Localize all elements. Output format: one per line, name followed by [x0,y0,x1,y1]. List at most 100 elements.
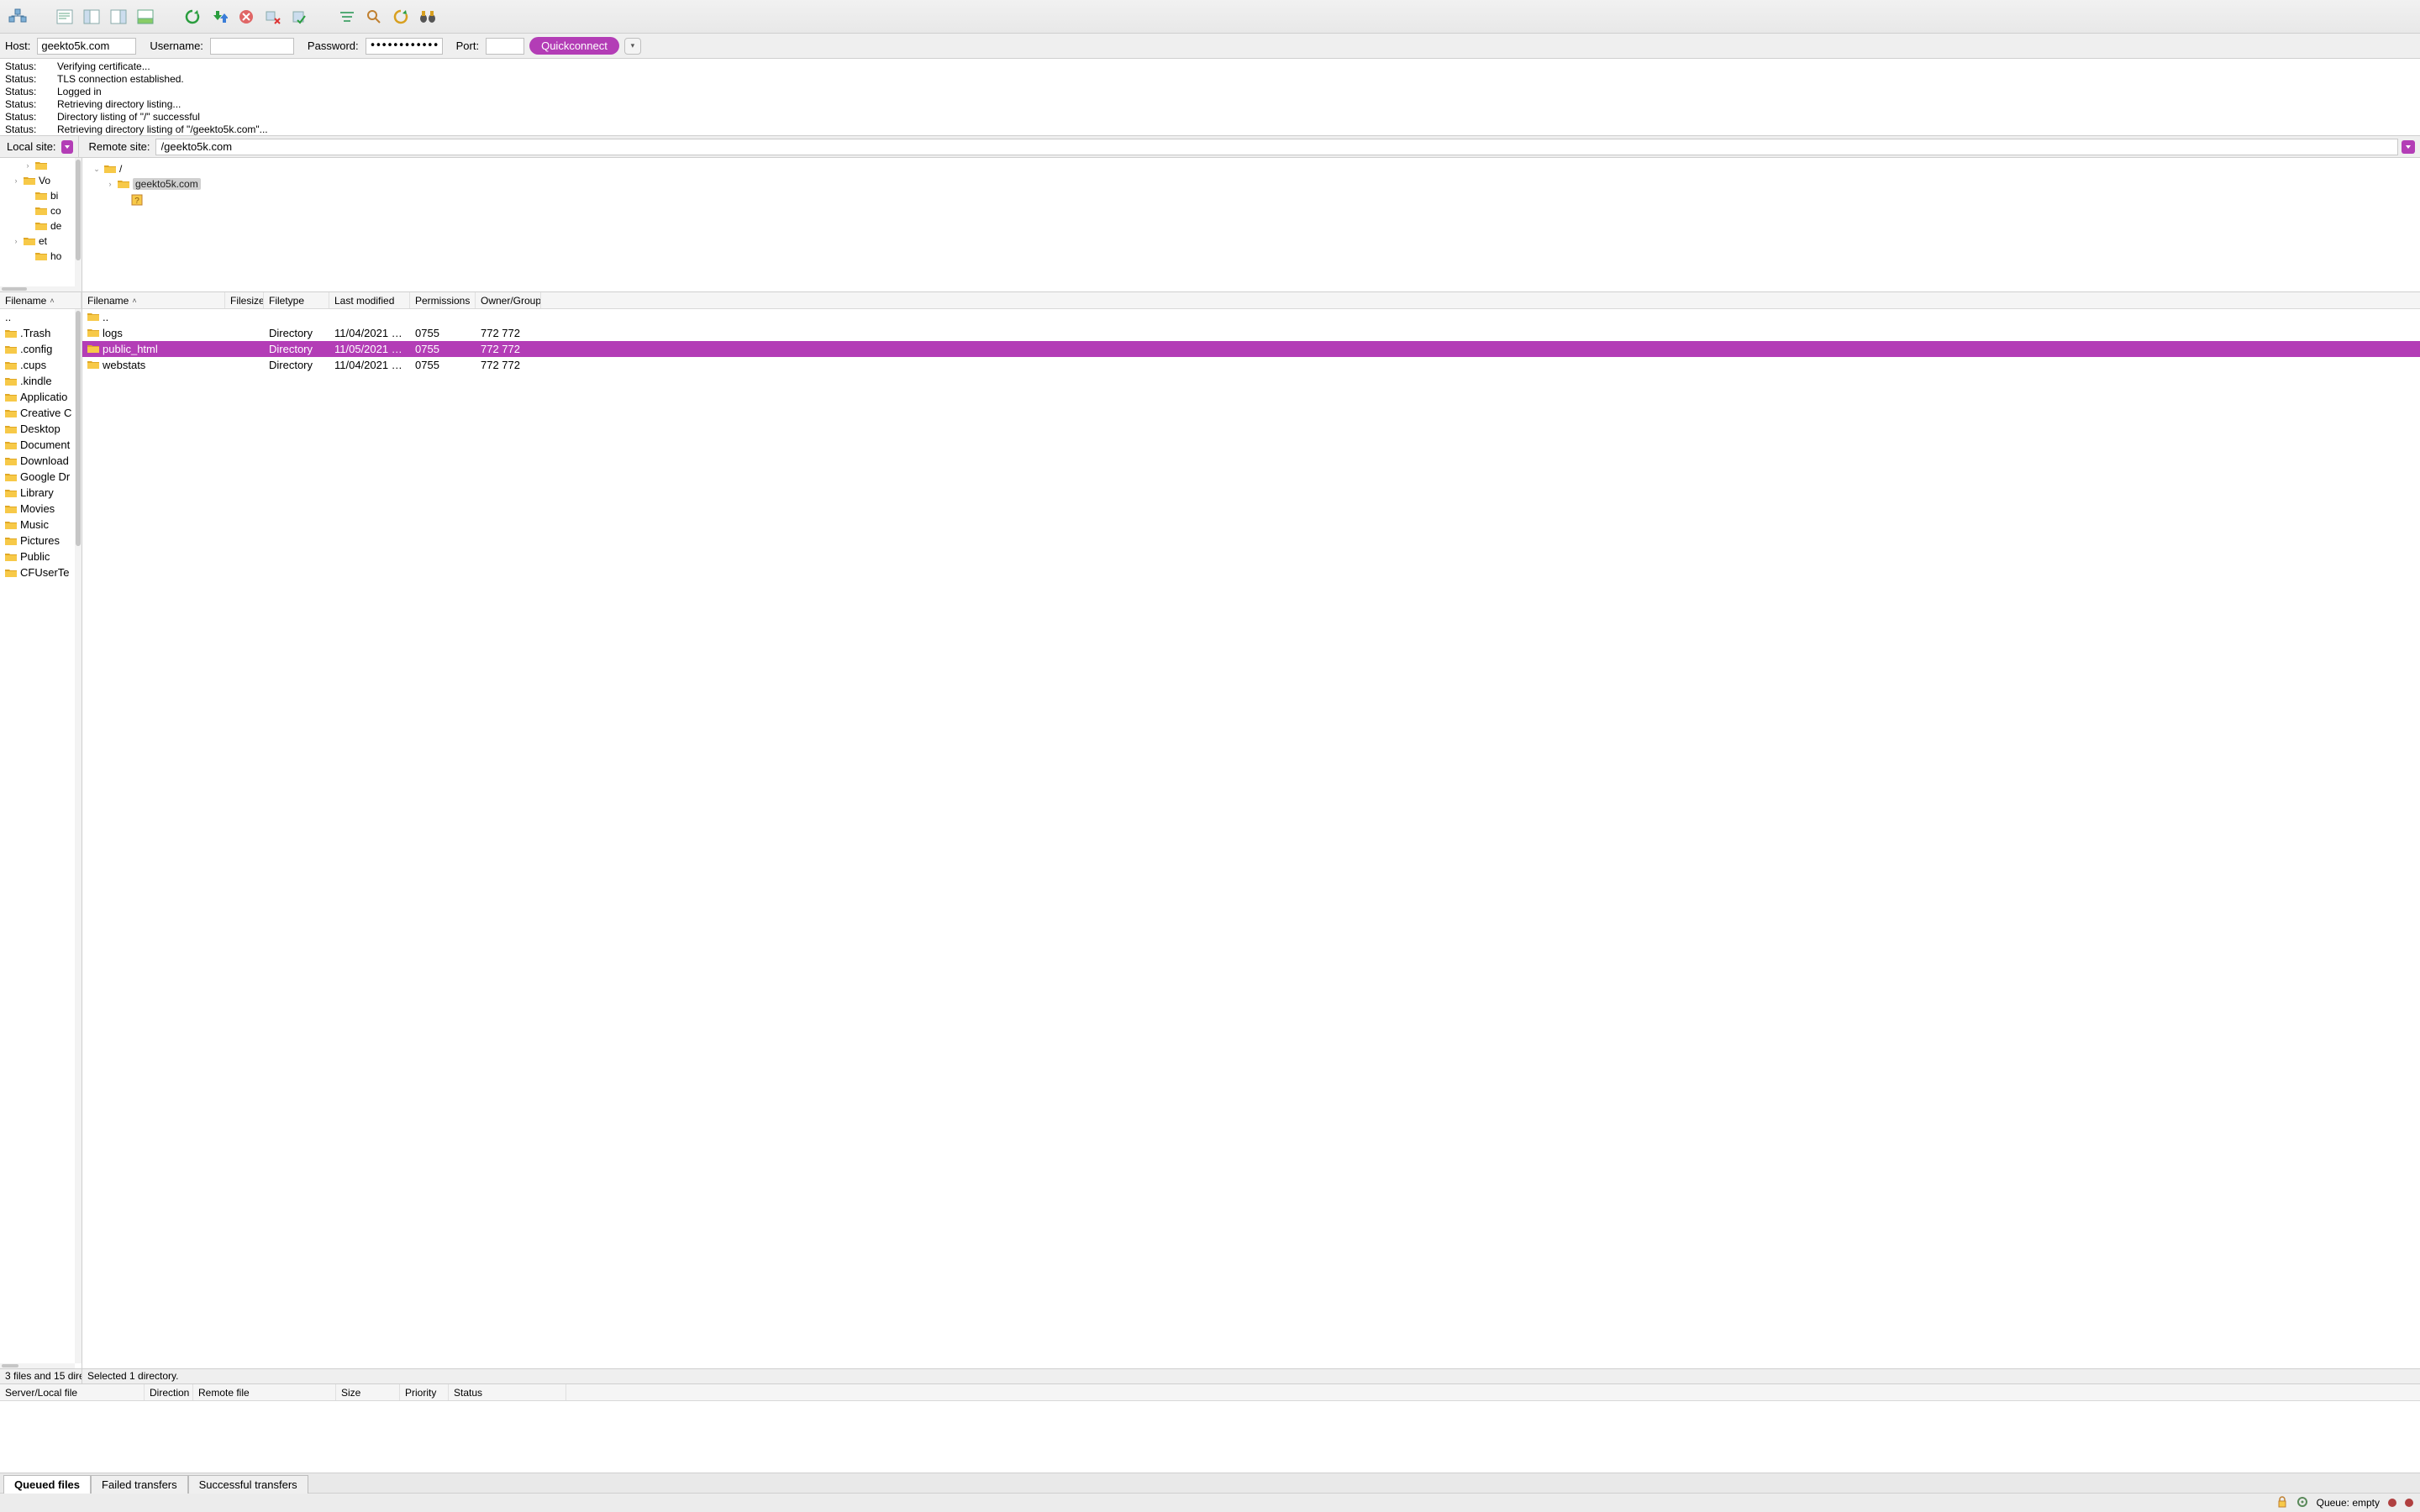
selection-status-bar: 3 files and 15 directories Selected 1 di… [0,1369,2420,1384]
tab-queued-files[interactable]: Queued files [3,1475,91,1494]
remote-col-owner[interactable]: Owner/Group [481,295,541,307]
cancel-icon[interactable] [235,6,257,28]
remote-col-filesize[interactable]: Filesize [230,295,264,307]
file-name: .. [103,311,108,323]
file-permissions: 0755 [410,327,476,339]
tree-node-selected[interactable]: geekto5k.com [133,178,201,190]
tree-node[interactable]: bi [0,188,82,203]
remote-column-headers[interactable]: Filename˄ Filesize Filetype Last modifie… [82,292,2420,309]
folder-icon [5,520,17,530]
list-item[interactable]: Download [0,453,82,469]
folder-icon [118,179,129,189]
remote-col-filename[interactable]: Filename [87,295,129,307]
list-item[interactable]: Document [0,437,82,453]
file-name: Creative C [20,407,71,419]
tree-node[interactable]: ›et [0,234,82,249]
remote-site-dropdown[interactable] [2402,140,2415,154]
disconnect-icon[interactable] [262,6,284,28]
list-item[interactable]: Applicatio [0,389,82,405]
remote-file-list[interactable]: Filename˄ Filesize Filetype Last modifie… [82,292,2420,1368]
tree-node[interactable]: › [0,158,82,173]
file-name: .. [5,311,11,323]
toggle-queue-icon[interactable] [134,6,156,28]
list-item[interactable]: .kindle [0,373,82,389]
local-files-hscrollbar[interactable] [0,1363,75,1368]
remote-col-permissions[interactable]: Permissions [415,295,470,307]
list-item[interactable]: .cups [0,357,82,373]
tree-node-root[interactable]: / [119,163,122,175]
list-item[interactable]: Public [0,549,82,564]
transfer-queue[interactable]: Server/Local file Direction Remote file … [0,1384,2420,1473]
local-site-dropdown[interactable] [61,140,73,154]
folder-icon [35,160,47,171]
host-input[interactable] [37,38,136,55]
queue-col-priority[interactable]: Priority [400,1384,449,1400]
search-icon[interactable] [363,6,385,28]
local-tree[interactable]: ››Vobicode›etho [0,158,82,291]
remote-col-filetype[interactable]: Filetype [269,295,304,307]
local-tree-hscrollbar[interactable] [0,286,75,291]
queue-col-size[interactable]: Size [336,1384,400,1400]
filter-icon[interactable] [336,6,358,28]
binoculars-icon[interactable] [417,6,439,28]
reconnect-icon[interactable] [289,6,311,28]
tab-failed-transfers[interactable]: Failed transfers [91,1475,188,1494]
tree-node[interactable]: ho [0,249,82,264]
list-item[interactable]: Library [0,485,82,501]
tree-node[interactable]: ›Vo [0,173,82,188]
list-item[interactable]: CFUserTe [0,564,82,580]
list-item[interactable]: .. [0,309,82,325]
table-row[interactable]: logsDirectory11/04/2021 2...0755772 772 [82,325,2420,341]
gear-icon[interactable] [2296,1496,2308,1510]
file-owner: 772 772 [476,327,541,339]
list-item[interactable]: Desktop [0,421,82,437]
list-item[interactable]: Pictures [0,533,82,549]
list-item[interactable]: Music [0,517,82,533]
password-input[interactable] [366,38,443,55]
queue-col-direction[interactable]: Direction [145,1384,193,1400]
local-files-vscrollbar[interactable] [75,309,82,1363]
list-item[interactable]: Movies [0,501,82,517]
chevron-right-icon[interactable]: › [106,180,114,188]
remote-col-modified[interactable]: Last modified [334,295,394,307]
chevron-right-icon[interactable]: › [12,176,20,185]
compare-icon[interactable] [390,6,412,28]
list-item[interactable]: Google Dr [0,469,82,485]
username-input[interactable] [210,38,294,55]
list-item[interactable]: .Trash [0,325,82,341]
lock-icon[interactable] [2276,1496,2288,1510]
toggle-remote-tree-icon[interactable] [108,6,129,28]
chevron-right-icon[interactable]: › [12,237,20,245]
list-item[interactable]: .config [0,341,82,357]
list-item[interactable]: Creative C [0,405,82,421]
queue-col-server[interactable]: Server/Local file [0,1384,145,1400]
tree-node[interactable]: de [0,218,82,234]
tree-node[interactable]: co [0,203,82,218]
local-col-filename[interactable]: Filename [5,295,46,307]
site-manager-icon[interactable] [7,6,29,28]
table-row[interactable]: webstatsDirectory11/04/2021 2...0755772 … [82,357,2420,373]
refresh-icon[interactable] [182,6,203,28]
quickconnect-history-dropdown[interactable]: ▾ [624,38,641,55]
log-key: Status: [5,111,42,123]
local-file-list[interactable]: Filename˄ .. .Trash.config.cups.kindleApp… [0,292,82,1368]
chevron-right-icon[interactable]: › [24,161,32,170]
remote-tree[interactable]: ⌄ / › geekto5k.com ? [82,158,2420,291]
remote-site-input[interactable] [155,139,2398,155]
toggle-log-icon[interactable] [54,6,76,28]
queue-column-headers[interactable]: Server/Local file Direction Remote file … [0,1384,2420,1401]
chevron-down-icon[interactable]: ⌄ [92,165,101,174]
quickconnect-button[interactable]: Quickconnect [529,37,619,55]
toggle-local-tree-icon[interactable] [81,6,103,28]
process-queue-icon[interactable] [208,6,230,28]
tab-successful-transfers[interactable]: Successful transfers [188,1475,308,1494]
local-tree-vscrollbar[interactable] [75,158,82,291]
port-input[interactable] [486,38,524,55]
table-row[interactable]: .. [82,309,2420,325]
folder-icon [5,568,17,578]
message-log[interactable]: Status:Verifying certificate...Status:TL… [0,59,2420,136]
local-column-headers[interactable]: Filename˄ [0,292,82,309]
table-row[interactable]: public_htmlDirectory11/05/2021 1...07557… [82,341,2420,357]
queue-col-status[interactable]: Status [449,1384,566,1400]
queue-col-remote[interactable]: Remote file [193,1384,336,1400]
